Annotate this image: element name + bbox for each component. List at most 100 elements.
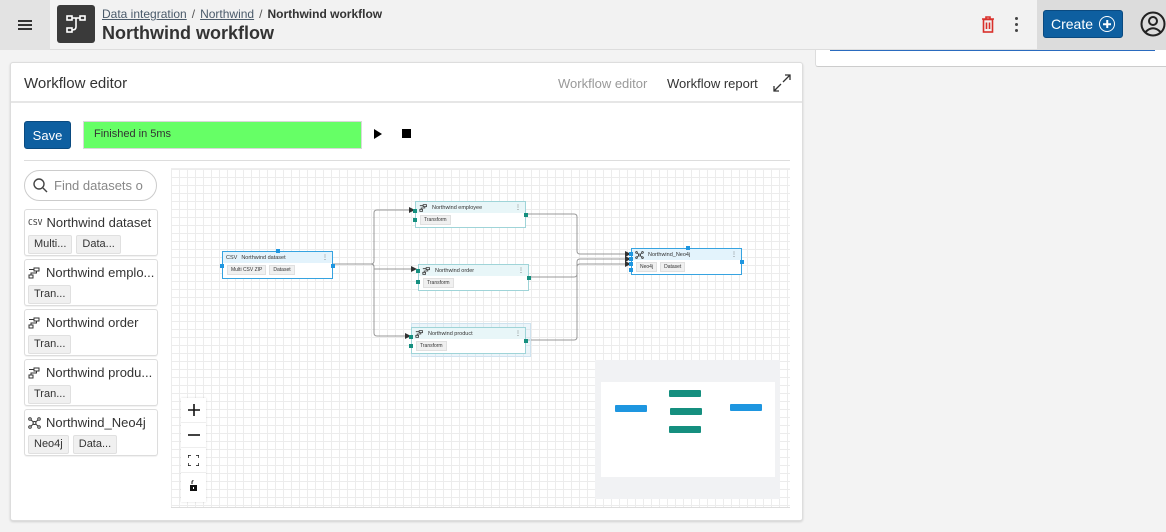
input-port[interactable] [416, 269, 420, 273]
transform-icon [415, 329, 423, 338]
create-label: Create [1050, 16, 1094, 32]
dataset-search-input[interactable] [54, 178, 149, 193]
transform-icon [422, 266, 430, 275]
node-label: Northwind product [428, 330, 473, 337]
expand-icon [773, 74, 791, 92]
input-port[interactable] [629, 268, 633, 272]
play-icon [374, 129, 382, 139]
node-neo4j[interactable]: Northwind_Neo4j ⋮ Neo4j Dataset [629, 246, 744, 275]
node-menu-icon[interactable]: ⋮ [515, 204, 521, 211]
node-employee[interactable]: Northwind employee ⋮ Transform [413, 201, 528, 228]
node-label: Northwind_Neo4j [648, 251, 691, 258]
input-port[interactable] [413, 209, 417, 213]
output-port[interactable] [527, 276, 531, 280]
minimap-node-order [670, 408, 702, 415]
dataset-search[interactable] [24, 170, 157, 201]
dataset-list: CSV Northwind dataset Multi... Data... Nor… [24, 209, 158, 459]
expand-button[interactable] [772, 73, 792, 93]
input-port[interactable] [409, 335, 413, 339]
node-label: Northwind order [435, 267, 475, 274]
node-menu-icon[interactable]: ⋮ [731, 251, 737, 258]
output-port[interactable] [524, 213, 528, 217]
dataset-name: Northwind produ... [46, 365, 153, 380]
minimap-node-product [669, 426, 701, 433]
dataset-item[interactable]: CSV Northwind dataset Multi... Data... [24, 209, 158, 256]
node-menu-icon[interactable]: ⋮ [322, 254, 328, 261]
dataset-name: Northwind order [46, 315, 139, 330]
fit-view-button[interactable] [181, 448, 206, 473]
workflow-logo [57, 5, 95, 43]
edge-product-neo4j [526, 261, 631, 341]
output-port[interactable] [524, 339, 528, 343]
zoom-controls [181, 398, 206, 502]
dataset-item[interactable]: Northwind emplo... Tran... [24, 259, 158, 306]
lock-button[interactable] [181, 473, 206, 498]
page-title: Northwind workflow [102, 23, 274, 43]
node-product[interactable]: Northwind product ⋮ Transform [409, 327, 528, 354]
transform-icon [28, 317, 42, 329]
search-icon [33, 178, 48, 193]
input-port[interactable] [629, 252, 633, 256]
node-label: Northwind employee [432, 204, 483, 211]
dataset-item[interactable]: Northwind order Tran... [24, 309, 158, 356]
transform-icon [419, 203, 427, 212]
breadcrumb-northwind[interactable]: Northwind [200, 7, 254, 21]
input-port[interactable] [220, 264, 224, 268]
node-order[interactable]: Northwind order ⋮ Transform [416, 264, 531, 291]
breadcrumb: Data integration / Northwind / Northwind wor… [102, 7, 383, 21]
plus-icon [187, 404, 200, 416]
minimap-viewport[interactable] [601, 382, 775, 477]
workflow-icon [66, 15, 86, 33]
edge-order-neo4j [529, 256, 631, 278]
output-port[interactable] [331, 264, 335, 268]
create-button[interactable]: Create [1043, 10, 1123, 38]
tab-workflow-report[interactable]: Workflow report [667, 76, 758, 91]
user-avatar-button[interactable] [1140, 11, 1166, 37]
minimap[interactable] [595, 360, 780, 499]
node-tag: Transform [416, 341, 447, 351]
run-status: Finished in 5ms [83, 121, 362, 149]
tab-workflow-editor[interactable]: Workflow editor [558, 76, 647, 91]
trash-icon [982, 15, 994, 33]
fit-view-icon [188, 454, 199, 466]
output-port[interactable] [740, 260, 744, 264]
zoom-out-button[interactable] [181, 423, 206, 448]
graph-icon [635, 250, 644, 259]
save-button[interactable]: Save [24, 121, 71, 149]
dataset-name: Northwind dataset [46, 215, 152, 230]
input-port[interactable] [629, 262, 633, 266]
run-button[interactable] [372, 127, 384, 141]
node-label: Northwind dataset [241, 254, 286, 261]
minus-icon [187, 434, 200, 436]
user-avatar-icon [1140, 11, 1166, 37]
breadcrumb-current: Northwind workflow [267, 7, 383, 21]
dataset-tag: Tran... [28, 385, 72, 404]
graph-icon [28, 416, 42, 429]
node-menu-icon[interactable]: ⋮ [518, 267, 524, 274]
minimap-node-employee [669, 390, 701, 397]
edge-dataset-employee [333, 207, 415, 265]
node-menu-icon[interactable]: ⋮ [515, 330, 521, 337]
input-port[interactable] [629, 257, 633, 261]
input-port[interactable] [416, 280, 420, 284]
dataset-tag: Neo4j [28, 435, 69, 454]
dataset-item[interactable]: Northwind produ... Tran... [24, 359, 158, 406]
top-port[interactable] [686, 246, 690, 250]
node-dataset[interactable]: CSV Northwind dataset ⋮ Multi CSV ZIP Datas… [220, 249, 335, 279]
more-options-button[interactable] [1008, 13, 1024, 35]
node-tag: Transform [420, 215, 451, 225]
breadcrumb-data-integration[interactable]: Data integration [102, 7, 187, 21]
workflow-editor-card: Workflow editor Workflow editor Workflow… [10, 62, 803, 521]
input-port[interactable] [413, 218, 417, 222]
stop-button[interactable] [402, 129, 411, 138]
csv-icon: CSV [226, 254, 238, 261]
minimap-node-dataset [615, 405, 647, 412]
dataset-tag: Tran... [28, 285, 72, 304]
delete-button[interactable] [978, 13, 998, 35]
top-port[interactable] [276, 249, 280, 253]
workflow-canvas[interactable]: CSV Northwind dataset ⋮ Multi CSV ZIP Datas… [171, 168, 790, 508]
menu-button[interactable] [0, 0, 50, 50]
input-port[interactable] [409, 344, 413, 348]
dataset-item[interactable]: Northwind_Neo4j Neo4j Data... [24, 409, 158, 456]
zoom-in-button[interactable] [181, 398, 206, 423]
